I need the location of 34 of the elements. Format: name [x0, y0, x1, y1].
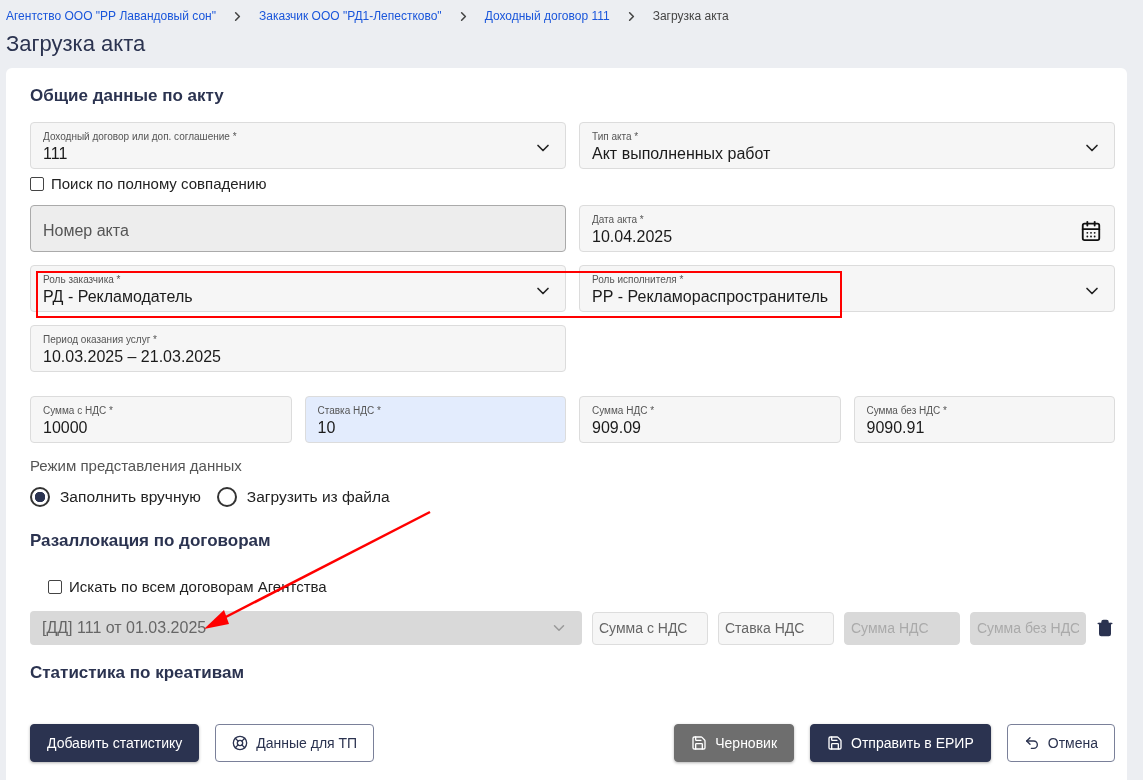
act-date-field[interactable]: Дата акта * 10.04.2025	[579, 205, 1115, 252]
breadcrumb-link[interactable]: Доходный договор 111	[484, 9, 610, 23]
mode-radio[interactable]: Загрузить из файла	[216, 487, 390, 507]
section-title: Разаллокация по договорам	[30, 531, 272, 551]
page-title: Загрузка акта	[6, 32, 147, 58]
calendar-icon	[1080, 220, 1102, 242]
amount-input[interactable]: Сумма с НДС	[592, 611, 708, 645]
section-title: Общие данные по акту	[30, 86, 225, 106]
action-button[interactable]: Отмена	[1006, 724, 1115, 762]
customer-role-select[interactable]: Роль заказчика * РД - Рекламодатель	[30, 265, 566, 312]
amount-field[interactable]: Ставка НДС * 10	[304, 396, 566, 443]
act-number-field[interactable]: Номер акта	[30, 205, 566, 252]
amount-field[interactable]: Сумма НДС * 909.09	[579, 396, 841, 443]
lifebuoy-icon	[232, 735, 249, 751]
breadcrumb-link[interactable]: Агентство ООО "РР Лавандовый сон"	[6, 9, 216, 23]
return-arrow-icon	[1023, 735, 1040, 751]
action-button[interactable]: Данные для ТП	[215, 724, 375, 762]
act-type-select[interactable]: Тип акта * Акт выполненных работ	[579, 122, 1115, 169]
trash-icon[interactable]	[1096, 619, 1114, 637]
action-button[interactable]: Добавить статистику	[30, 724, 200, 762]
mode-label: Режим представления данных	[30, 457, 243, 474]
amount-input[interactable]: Ставка НДС	[718, 611, 834, 645]
period-field[interactable]: Период оказания услуг * 10.03.2025 – 21.03.2025	[30, 325, 566, 372]
contract-select[interactable]: Доходный договор или доп. соглашение * 111	[30, 122, 566, 169]
breadcrumb-link[interactable]: Заказчик ООО "РД1-Лепестково"	[258, 9, 442, 23]
executor-role-select[interactable]: Роль исполнителя * РР - Рекламораспространитель	[579, 265, 1115, 312]
amount-field[interactable]: Сумма без НДС * 9090.91	[853, 396, 1115, 443]
action-button[interactable]: Отправить в ЕРИР	[810, 724, 991, 762]
mode-radio[interactable]: Заполнить вручную	[30, 487, 201, 507]
breadcrumb-current: Загрузка акта	[652, 9, 729, 23]
exact-search-checkbox[interactable]: Поиск по полному совпадению	[30, 175, 566, 192]
action-button[interactable]: Черновик	[674, 724, 795, 762]
section-title: Статистика по креативам	[30, 663, 245, 683]
amount-field[interactable]: Сумма с НДС * 10000	[30, 396, 292, 443]
